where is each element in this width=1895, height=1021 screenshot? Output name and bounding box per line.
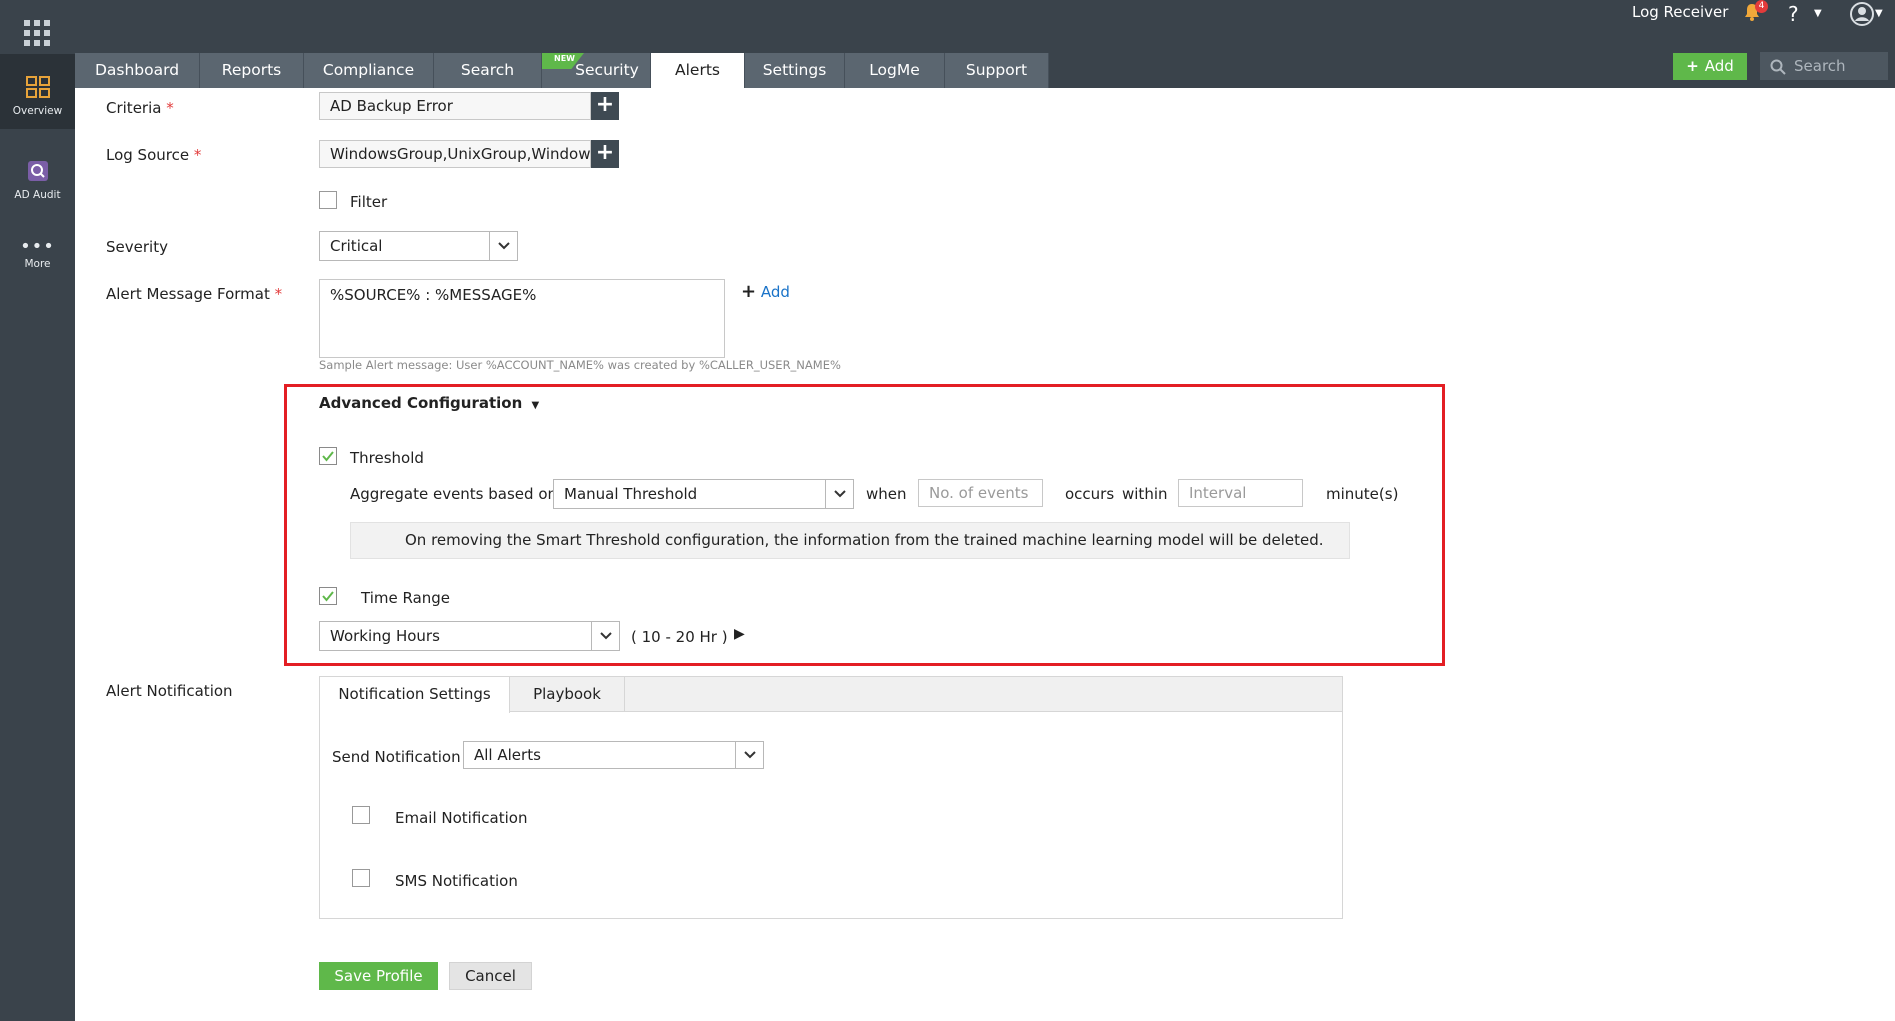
plus-icon: + (741, 281, 757, 302)
tab-notification-settings[interactable]: Notification Settings (320, 677, 510, 713)
tab-label: Support (965, 61, 1028, 79)
rail-item-label: AD Audit (14, 189, 61, 201)
play-icon[interactable]: ▶ (734, 626, 745, 642)
add-format-link[interactable]: + Add (741, 281, 790, 302)
help-icon[interactable]: ? (1788, 2, 1799, 26)
app-launcher-icon[interactable] (24, 20, 50, 46)
alert-message-format-textarea[interactable]: %SOURCE% : %MESSAGE% (319, 279, 725, 358)
tab-compliance[interactable]: Compliance (304, 53, 434, 88)
rail-item-label: Overview (12, 105, 63, 117)
tab-label: Reports (221, 61, 282, 79)
user-icon (1850, 2, 1874, 26)
tab-support[interactable]: Support (945, 53, 1049, 88)
chevron-down-icon (489, 232, 517, 260)
ad-audit-icon (27, 161, 48, 181)
search-placeholder: Search (1794, 57, 1846, 75)
severity-value: Critical (330, 237, 383, 255)
plus-icon: + (1686, 57, 1699, 75)
chevron-down-icon (591, 622, 619, 650)
rail-item-overview[interactable]: Overview (0, 54, 75, 129)
caret-down-icon: ▼ (531, 400, 540, 411)
check-icon (322, 591, 334, 602)
log-receiver-link[interactable]: Log Receiver (1632, 3, 1728, 21)
user-avatar[interactable] (1850, 2, 1876, 26)
overview-icon (25, 76, 50, 98)
notifications-button[interactable]: 4 (1742, 0, 1768, 24)
notification-count-badge: 4 (1755, 0, 1768, 13)
tab-dashboard[interactable]: Dashboard (75, 53, 200, 88)
chevron-down-icon (735, 742, 763, 768)
add-format-label: Add (760, 283, 790, 301)
tab-label: LogMe (869, 61, 920, 79)
tab-playbook[interactable]: Playbook (510, 677, 625, 712)
time-range-hours: ( 10 - 20 Hr ) (631, 628, 728, 646)
threshold-checkbox[interactable] (319, 447, 337, 465)
within-label: within (1122, 485, 1168, 503)
cancel-button[interactable]: Cancel (449, 962, 532, 990)
chevron-down-icon (825, 480, 853, 508)
occurs-label: occurs (1065, 485, 1115, 503)
tab-logme[interactable]: LogMe (845, 53, 945, 88)
tab-settings[interactable]: Settings (745, 53, 845, 88)
add-log-source-button[interactable]: + (591, 140, 619, 168)
filter-checkbox[interactable] (319, 191, 337, 209)
aggregate-select[interactable]: Manual Threshold (553, 479, 854, 509)
aggregate-label: Aggregate events based on (350, 485, 557, 503)
time-range-value: Working Hours (330, 627, 440, 645)
sms-notification-checkbox[interactable] (352, 869, 370, 887)
advanced-configuration-toggle[interactable]: Advanced Configuration ▼ (319, 394, 539, 412)
send-notification-value: All Alerts (474, 746, 541, 764)
threshold-label: Threshold (350, 449, 424, 467)
advanced-configuration-title: Advanced Configuration (319, 394, 523, 412)
interval-input[interactable]: Interval (1178, 479, 1303, 507)
left-rail: Overview AD Audit ••• More (0, 0, 75, 1021)
severity-select[interactable]: Critical (319, 231, 518, 261)
global-search-input[interactable]: Search (1760, 52, 1888, 80)
alert-message-format-label: Alert Message Format * (106, 285, 283, 303)
tab-label: Compliance (322, 61, 415, 79)
smart-threshold-info-banner: On removing the Smart Threshold configur… (350, 522, 1350, 559)
tab-security[interactable]: NEW Security (542, 53, 651, 88)
caret-down-icon[interactable]: ▼ (1875, 8, 1883, 19)
sms-notification-label: SMS Notification (395, 872, 518, 890)
email-notification-checkbox[interactable] (352, 806, 370, 824)
sample-alert-message: Sample Alert message: User %ACCOUNT_NAME… (319, 358, 841, 372)
tab-label: Alerts (675, 61, 720, 79)
aggregate-value: Manual Threshold (564, 485, 698, 503)
add-button[interactable]: + Add (1673, 53, 1747, 80)
time-range-label: Time Range (361, 589, 451, 607)
time-range-checkbox[interactable] (319, 587, 337, 605)
log-source-field[interactable]: WindowsGroup,UnixGroup,Windows (319, 140, 598, 168)
alert-notification-label: Alert Notification (106, 682, 233, 700)
more-icon: ••• (20, 236, 55, 257)
filter-label: Filter (350, 193, 388, 211)
tab-search[interactable]: Search (434, 53, 542, 88)
rail-item-more[interactable]: ••• More (0, 236, 75, 285)
minutes-label: minute(s) (1326, 485, 1399, 503)
send-notification-label: Send Notification (332, 748, 461, 766)
criteria-field[interactable]: AD Backup Error (319, 92, 591, 120)
severity-label: Severity (106, 238, 168, 256)
rail-item-label: More (24, 258, 51, 270)
number-of-events-input[interactable]: No. of events (918, 479, 1043, 507)
tab-label: Settings (762, 61, 827, 79)
save-profile-button[interactable]: Save Profile (319, 962, 438, 990)
tab-reports[interactable]: Reports (200, 53, 304, 88)
tab-label: Dashboard (94, 61, 180, 79)
search-icon (1770, 59, 1786, 75)
main-nav: Dashboard Reports Compliance Search NEW … (75, 53, 1049, 88)
check-icon (322, 451, 334, 462)
tab-alerts[interactable]: Alerts (651, 53, 745, 88)
email-notification-label: Email Notification (395, 809, 528, 827)
criteria-label: Criteria * (106, 99, 174, 117)
time-range-select[interactable]: Working Hours (319, 621, 620, 651)
tab-label: Search (460, 61, 515, 79)
caret-down-icon[interactable]: ▼ (1814, 8, 1822, 19)
add-criteria-button[interactable]: + (591, 92, 619, 120)
send-notification-select[interactable]: All Alerts (463, 741, 764, 769)
when-label: when (866, 485, 907, 503)
log-source-label: Log Source * (106, 146, 202, 164)
add-button-label: Add (1704, 57, 1734, 75)
rail-item-ad-audit[interactable]: AD Audit (0, 160, 75, 210)
